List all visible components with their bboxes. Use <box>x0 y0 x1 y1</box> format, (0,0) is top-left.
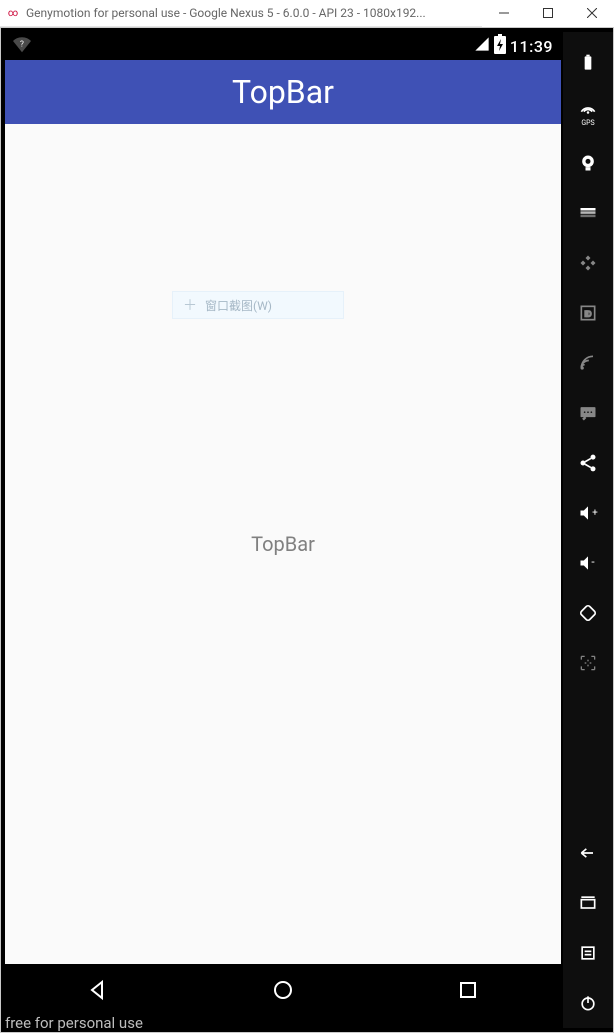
emulator-frame: ? 11:39 TopBar <box>0 27 614 1033</box>
nav-menu-icon[interactable] <box>563 928 613 978</box>
app-content[interactable]: ＋ 窗口截图(W) TopBar <box>5 124 561 964</box>
pixel-perfect-icon[interactable] <box>563 638 613 688</box>
svg-text:-: - <box>591 555 594 569</box>
share-icon[interactable] <box>563 438 613 488</box>
sms-icon[interactable] <box>563 388 613 438</box>
screencast-icon[interactable] <box>563 188 613 238</box>
svg-text:?: ? <box>20 39 24 49</box>
volume-up-icon[interactable]: + <box>563 488 613 538</box>
volume-down-icon[interactable]: - <box>563 538 613 588</box>
maximize-button[interactable] <box>526 0 570 27</box>
device-screen: ? 11:39 TopBar <box>5 32 561 1016</box>
network-icon[interactable] <box>563 338 613 388</box>
rotate-icon[interactable] <box>563 588 613 638</box>
gps-label: GPS <box>581 120 594 127</box>
android-statusbar[interactable]: ? 11:39 <box>5 32 561 60</box>
home-button[interactable] <box>253 970 313 1010</box>
plus-icon: ＋ <box>183 298 197 312</box>
appbar-title: TopBar <box>232 73 334 111</box>
android-navbar <box>5 964 561 1016</box>
nav-recent-icon[interactable] <box>563 878 613 928</box>
screenshot-menu-item[interactable]: ＋ 窗口截图(W) <box>172 291 344 319</box>
watermark-text: free for personal use <box>5 1014 143 1032</box>
power-icon[interactable] <box>563 978 613 1028</box>
battery-charging-icon <box>494 34 506 58</box>
window-title: Genymotion for personal use - Google Nex… <box>26 6 482 20</box>
svg-text:ID: ID <box>585 309 592 318</box>
statusbar-clock: 11:39 <box>510 37 553 56</box>
screenshot-menu-label: 窗口截图(W) <box>205 297 272 314</box>
wifi-unknown-icon: ? <box>13 35 31 57</box>
recents-button[interactable] <box>438 970 498 1010</box>
app-top-bar: TopBar <box>5 60 561 124</box>
back-button[interactable] <box>68 970 128 1010</box>
window-titlebar: ∞ Genymotion for personal use - Google N… <box>0 0 614 27</box>
minimize-button[interactable] <box>482 0 526 27</box>
genymotion-logo-icon: ∞ <box>6 6 20 20</box>
content-center-label: TopBar <box>251 532 315 556</box>
camera-icon[interactable] <box>563 138 613 188</box>
battery-icon[interactable] <box>563 38 613 88</box>
close-button[interactable] <box>570 0 614 27</box>
genymotion-toolbar: GPS ID + - <box>563 32 613 1028</box>
cellular-signal-icon <box>474 36 490 56</box>
window-controls <box>482 0 614 27</box>
nav-back-icon[interactable] <box>563 828 613 878</box>
svg-text:+: + <box>592 508 598 519</box>
remote-control-icon[interactable] <box>563 238 613 288</box>
identifier-icon[interactable]: ID <box>563 288 613 338</box>
gps-icon[interactable]: GPS <box>563 88 613 138</box>
